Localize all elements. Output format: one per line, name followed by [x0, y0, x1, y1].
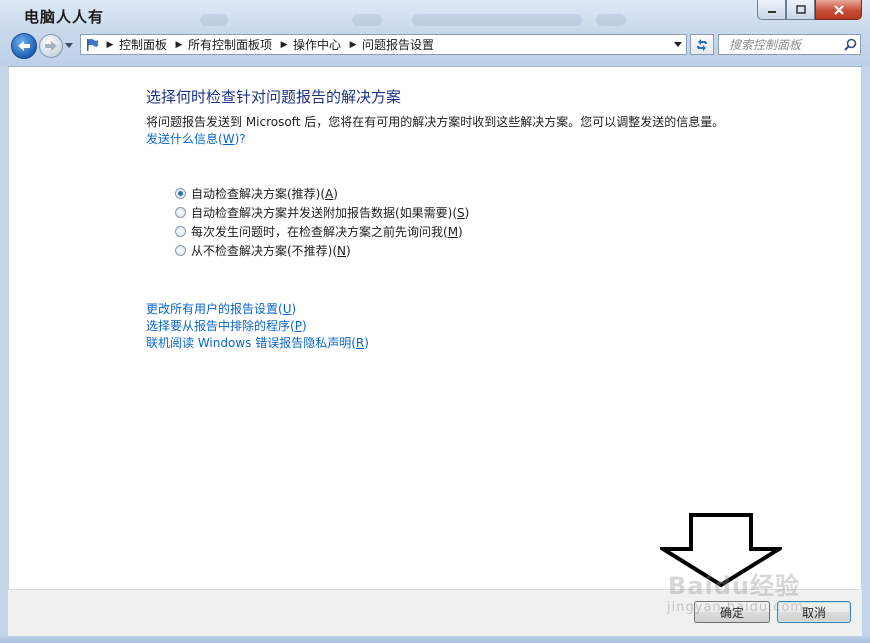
radio-never-check[interactable]: 从不检查解决方案(不推荐)(N)	[175, 241, 469, 260]
access-key: R	[355, 336, 365, 350]
breadcrumb-control-panel[interactable]: 控制面板	[117, 36, 172, 53]
link-suffix: )	[291, 302, 297, 316]
background-blur	[200, 14, 228, 26]
baidu-watermark: Baidu经验	[668, 572, 800, 600]
access-key: M	[447, 224, 459, 239]
window-frame-right	[862, 66, 870, 636]
forward-arrow-icon	[45, 41, 57, 51]
link-suffix: )?	[234, 132, 246, 146]
back-button[interactable]	[11, 33, 37, 59]
search-box[interactable]: 搜索控制面板	[718, 34, 861, 55]
radio-unselected-icon[interactable]	[175, 226, 186, 237]
address-bar[interactable]: ▶ 控制面板 ▶ 所有控制面板项 ▶ 操作中心 ▶ 问题报告设置	[80, 34, 687, 55]
radio-label-suffix: )	[333, 186, 338, 201]
background-blur	[412, 14, 582, 26]
access-key: A	[325, 186, 334, 201]
dropdown-icon	[65, 43, 73, 48]
radio-unselected-icon[interactable]	[175, 245, 186, 256]
breadcrumb-separator-icon[interactable]: ▶	[346, 40, 360, 50]
link-suffix: )	[301, 319, 307, 333]
link-text: 更改所有用户的报告设置(	[146, 302, 283, 316]
search-icon	[843, 38, 856, 51]
access-key: P	[294, 319, 302, 333]
page-description: 将问题报告发送到 Microsoft 后，您将在有可用的解决方案时收到这些解决方…	[146, 115, 725, 129]
radio-label-suffix: )	[464, 205, 470, 220]
close-button[interactable]	[815, 0, 862, 20]
address-dropdown[interactable]	[672, 38, 684, 51]
flag-icon	[87, 38, 98, 51]
radio-auto-check[interactable]: 自动检查解决方案(推荐)(A)	[175, 184, 469, 203]
access-key: W	[222, 132, 235, 146]
breadcrumb-separator-icon[interactable]: ▶	[172, 40, 186, 50]
back-arrow-icon	[18, 41, 30, 51]
radio-label: 自动检查解决方案(推荐)(	[191, 187, 326, 201]
radio-auto-check-send-data[interactable]: 自动检查解决方案并发送附加报告数据(如果需要)(S)	[175, 203, 469, 222]
access-key: S	[457, 205, 465, 220]
breadcrumb-all-items[interactable]: 所有控制面板项	[186, 36, 277, 53]
recent-pages-dropdown[interactable]	[64, 41, 74, 51]
refresh-button[interactable]	[690, 34, 714, 55]
baidu-watermark-url: jingyan.baidu.com	[667, 600, 804, 615]
minimize-icon	[767, 10, 776, 13]
radio-ask-first[interactable]: 每次发生问题时，在检查解决方案之前先询问我(M)	[175, 222, 469, 241]
radio-label: 自动检查解决方案并发送附加报告数据(如果需要)(	[191, 206, 458, 220]
link-text: 联机阅读 Windows 错误报告隐私声明(	[146, 336, 356, 350]
link-text: 选择要从报告中排除的程序(	[146, 319, 295, 333]
caption-buttons	[757, 0, 862, 20]
breadcrumb: ▶ 控制面板 ▶ 所有控制面板项 ▶ 操作中心 ▶ 问题报告设置	[103, 36, 439, 53]
access-key: N	[337, 243, 347, 258]
radio-label: 每次发生问题时，在检查解决方案之前先询问我(	[191, 225, 448, 239]
search-input[interactable]: 搜索控制面板	[719, 36, 840, 53]
radio-label: 从不检查解决方案(不推荐)(	[191, 244, 338, 258]
window-frame-bottom	[0, 636, 870, 643]
search-button[interactable]	[840, 38, 860, 51]
dropdown-icon	[674, 41, 682, 47]
maximize-button[interactable]	[786, 0, 815, 20]
link-text: 发送什么信息(	[146, 132, 223, 146]
exclude-programs-link[interactable]: 选择要从报告中排除的程序(P)	[146, 317, 369, 334]
maximize-icon	[795, 5, 806, 14]
background-blur	[596, 14, 626, 26]
radio-unselected-icon[interactable]	[175, 207, 186, 218]
window-frame-left	[0, 66, 8, 636]
breadcrumb-action-center[interactable]: 操作中心	[291, 36, 346, 53]
change-all-users-link[interactable]: 更改所有用户的报告设置(U)	[146, 300, 369, 317]
radio-label-suffix: )	[346, 243, 351, 258]
control-panel-flag	[81, 35, 103, 54]
breadcrumb-problem-reporting[interactable]: 问题报告设置	[360, 36, 439, 53]
refresh-icon	[697, 38, 707, 51]
breadcrumb-separator-icon[interactable]: ▶	[103, 40, 117, 50]
forward-button[interactable]	[39, 34, 63, 58]
radio-label-suffix: )	[458, 224, 463, 239]
overlay-title: 电脑人人有	[24, 8, 105, 26]
privacy-statement-link[interactable]: 联机阅读 Windows 错误报告隐私声明(R)	[146, 334, 369, 351]
link-suffix: )	[364, 336, 369, 350]
minimize-button[interactable]	[757, 0, 786, 20]
breadcrumb-separator-icon[interactable]: ▶	[277, 40, 291, 50]
related-links: 更改所有用户的报告设置(U) 选择要从报告中排除的程序(P) 联机阅读 Wind…	[146, 300, 369, 351]
content-pane	[8, 67, 862, 589]
background-blur	[352, 14, 382, 26]
page-title: 选择何时检查针对问题报告的解决方案	[146, 88, 402, 106]
solution-check-options: 自动检查解决方案(推荐)(A) 自动检查解决方案并发送附加报告数据(如果需要)(…	[175, 184, 469, 260]
radio-selected-icon[interactable]	[175, 188, 186, 199]
what-info-link[interactable]: 发送什么信息(W)?	[146, 130, 246, 147]
close-icon	[833, 4, 844, 15]
